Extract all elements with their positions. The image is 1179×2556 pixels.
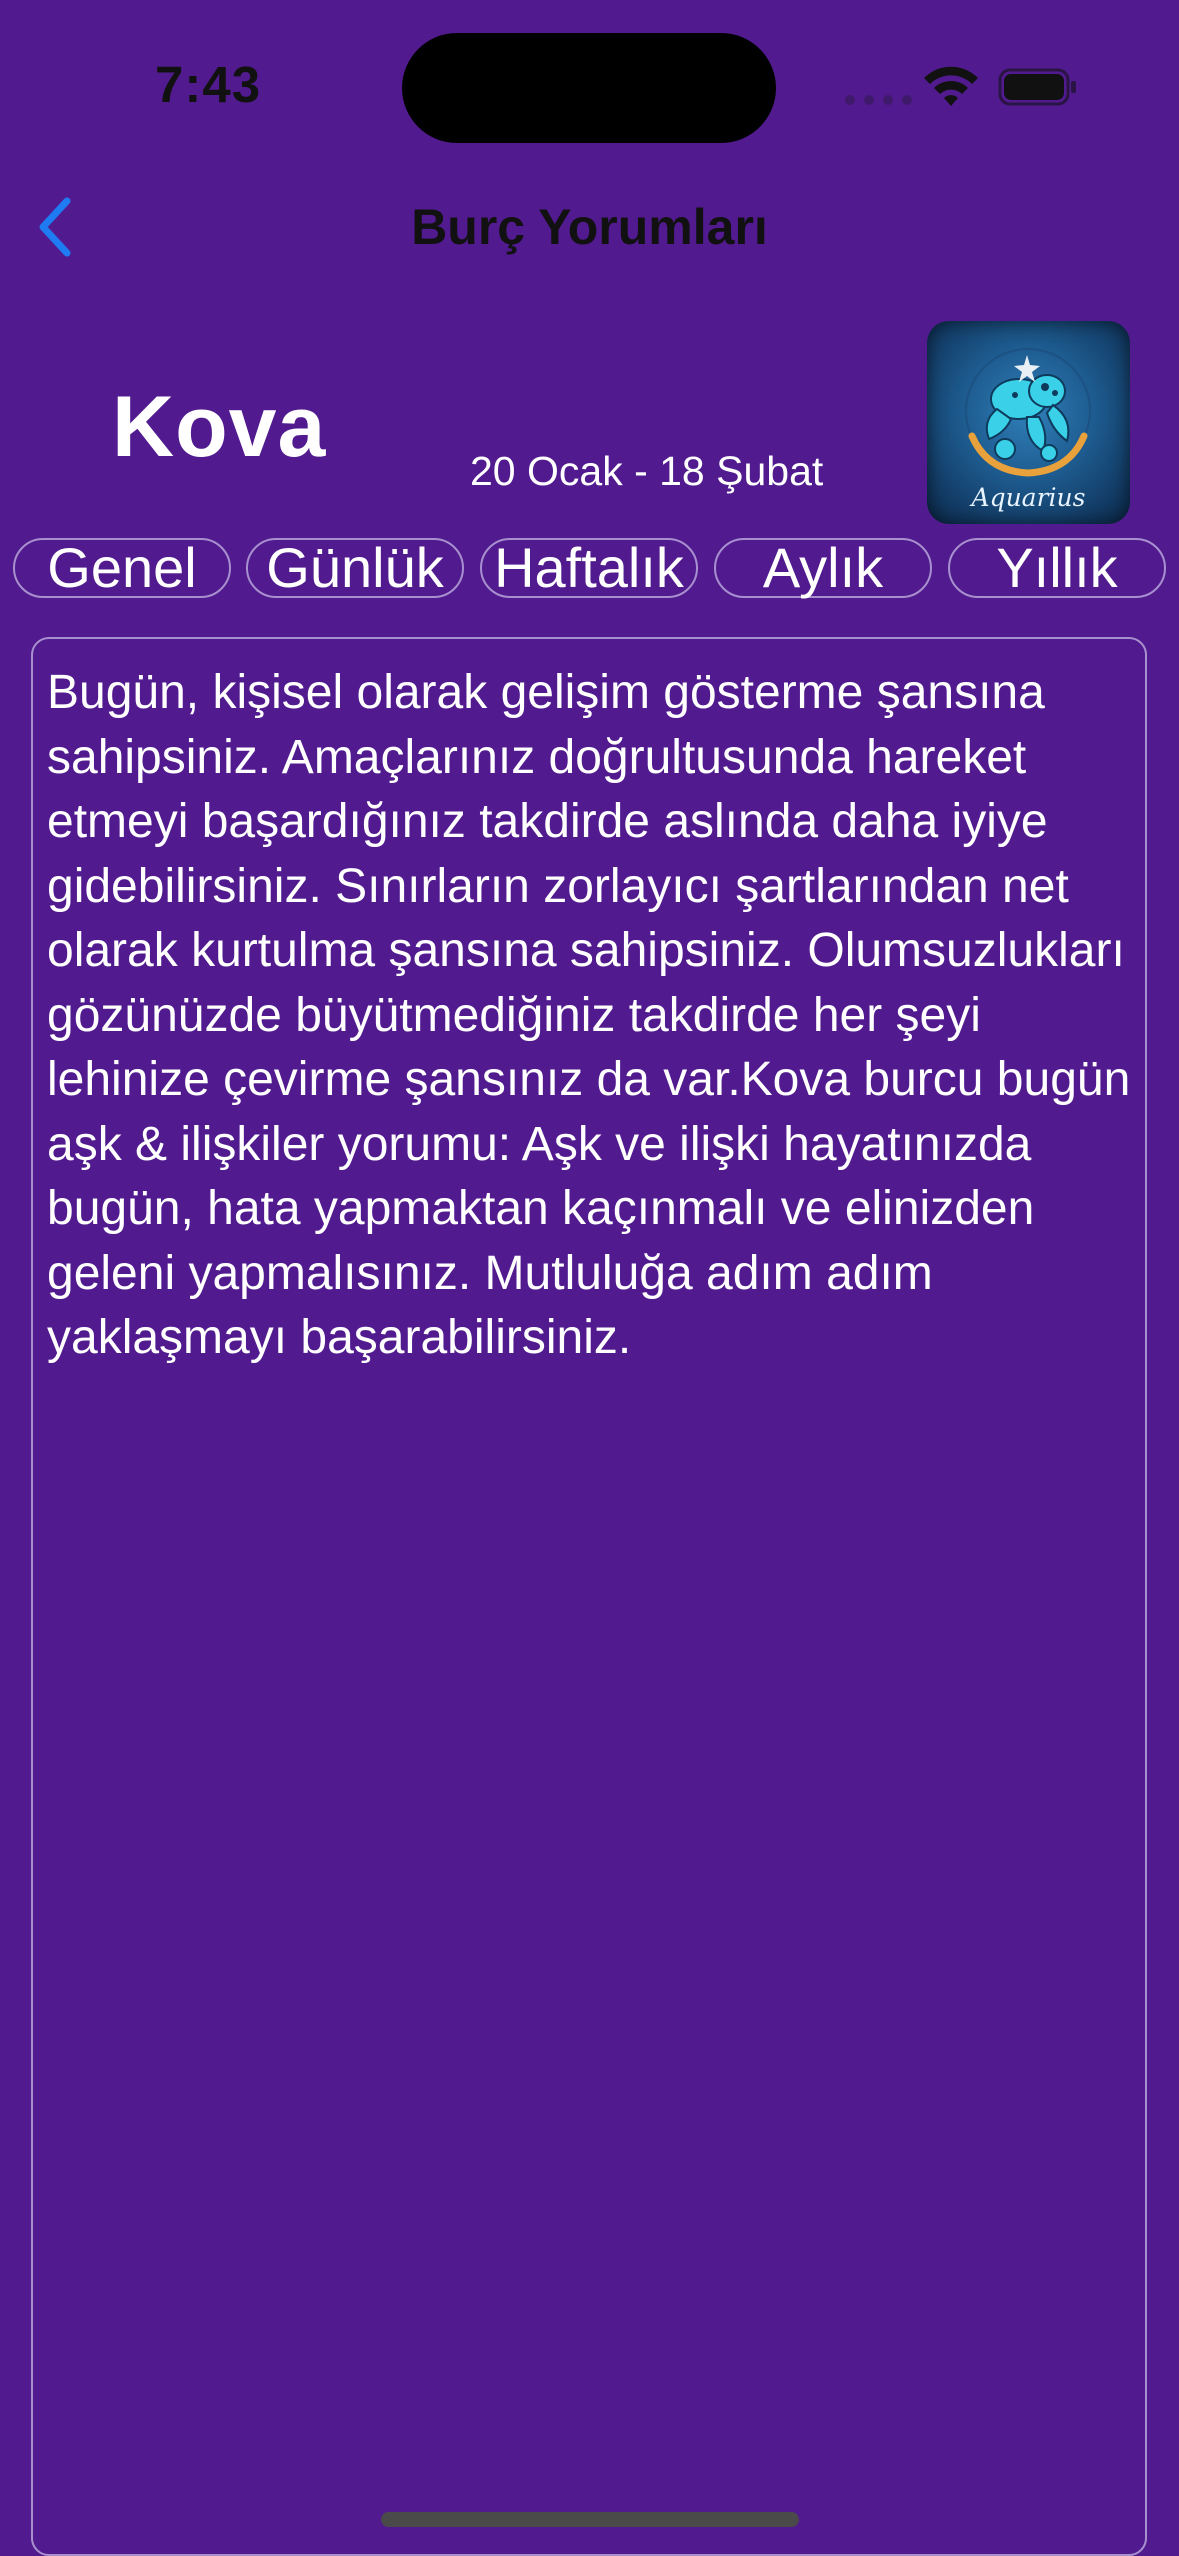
tab-haftalik[interactable]: Haftalık — [480, 538, 698, 598]
horoscope-text: Bugün, kişisel olarak gelişim gösterme ş… — [47, 666, 1131, 1364]
sign-name: Kova — [112, 379, 327, 475]
sign-date-range: 20 Ocak - 18 Şubat — [470, 448, 824, 494]
dynamic-island — [402, 33, 776, 143]
cellular-signal-icon — [845, 95, 912, 105]
horoscope-text-area[interactable]: Bugün, kişisel olarak gelişim gösterme ş… — [31, 637, 1147, 2556]
tab-gunluk[interactable]: Günlük — [246, 538, 464, 598]
wifi-icon — [924, 66, 978, 106]
aquarius-sign-image: Aquarius — [927, 321, 1130, 524]
tab-yillik[interactable]: Yıllık — [948, 538, 1166, 598]
battery-icon — [998, 68, 1076, 106]
sign-image-caption: Aquarius — [971, 483, 1086, 512]
tab-aylik[interactable]: Aylık — [714, 538, 932, 598]
home-indicator[interactable] — [381, 2512, 799, 2527]
page-title: Burç Yorumları — [411, 199, 768, 255]
tab-genel[interactable]: Genel — [13, 538, 231, 598]
status-time: 7:43 — [155, 56, 262, 113]
